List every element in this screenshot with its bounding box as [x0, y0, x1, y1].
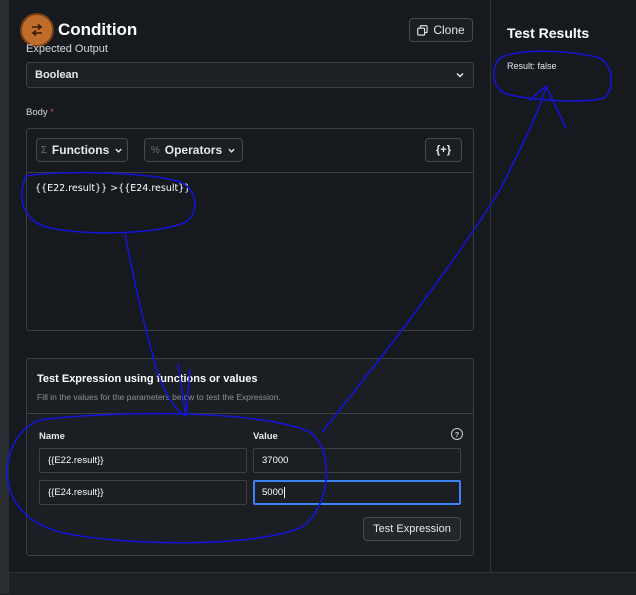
left-edge-strip	[0, 0, 9, 594]
condition-icon	[22, 15, 52, 45]
functions-button[interactable]: Σ Functions	[36, 138, 128, 162]
text-caret	[284, 487, 286, 498]
clone-button-label: Clone	[433, 23, 465, 37]
name-column-header: Name	[39, 431, 65, 442]
insert-variable-label: {+}	[436, 144, 451, 156]
insert-variable-button[interactable]: {+}	[425, 138, 462, 162]
body-label-text: Body	[26, 107, 48, 118]
bottom-bar	[9, 572, 636, 595]
param-value-field[interactable]: 37000	[253, 448, 461, 473]
operators-button[interactable]: % Operators	[144, 138, 243, 162]
chevron-down-icon	[115, 148, 122, 153]
expected-output-value: Boolean	[35, 69, 79, 81]
sigma-icon: Σ	[40, 144, 47, 156]
param-value-text: 5000	[262, 487, 284, 498]
percent-icon: %	[150, 144, 160, 156]
chevron-down-icon	[456, 72, 464, 78]
help-icon[interactable]: ?	[451, 428, 463, 440]
chevron-down-icon	[228, 148, 235, 153]
body-label: Body *	[26, 107, 54, 118]
test-expression-panel: Test Expression using functions or value…	[26, 358, 474, 556]
test-expression-button[interactable]: Test Expression	[363, 517, 461, 541]
test-results-panel	[490, 0, 636, 572]
param-value-field-focused[interactable]: 5000	[253, 480, 461, 505]
page-title: Condition	[58, 20, 138, 39]
operators-label: Operators	[164, 143, 223, 157]
editor-toolbar: Σ Functions % Operators {+}	[27, 129, 473, 173]
functions-label: Functions	[51, 143, 110, 157]
expression-text[interactable]: {{E22.result}} >{{E24.result}}	[35, 183, 190, 194]
test-results-title: Test Results	[507, 25, 590, 41]
required-marker: *	[50, 107, 54, 118]
copy-icon	[417, 24, 428, 36]
expected-output-label: Expected Output	[26, 43, 108, 55]
param-name-field[interactable]: {{E22.result}}	[39, 448, 247, 473]
param-name-field[interactable]: {{E24.result}}	[39, 480, 247, 505]
test-expression-header: Test Expression using functions or value…	[27, 359, 473, 414]
expression-editor[interactable]: Σ Functions % Operators {+} {{E22.result…	[26, 128, 474, 331]
test-expression-title: Test Expression using functions or value…	[37, 373, 258, 385]
test-expression-subtitle: Fill in the values for the parameters be…	[37, 392, 281, 402]
value-column-header: Value	[253, 431, 278, 442]
clone-button[interactable]: Clone	[409, 18, 473, 42]
expected-output-select[interactable]: Boolean	[26, 62, 474, 88]
swap-arrows-icon	[31, 23, 43, 37]
result-text: Result: false	[507, 61, 557, 71]
